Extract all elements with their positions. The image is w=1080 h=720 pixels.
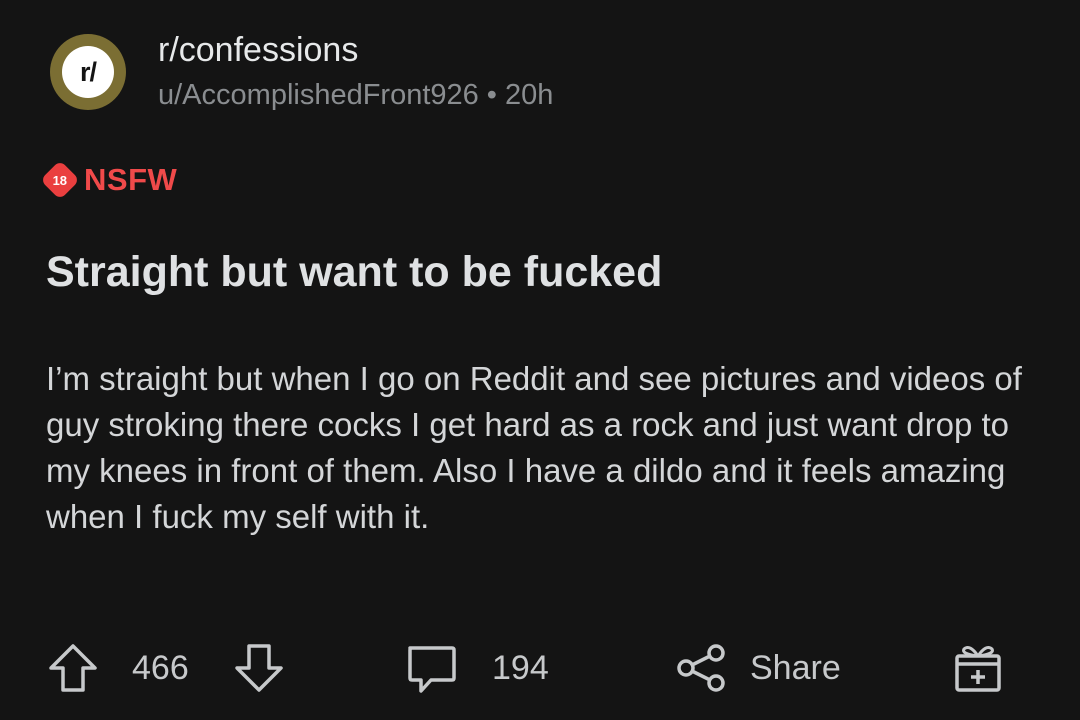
byline-separator: •: [486, 79, 497, 111]
author-name[interactable]: u/AccomplishedFront926: [158, 79, 479, 111]
nsfw-label: NSFW: [84, 162, 178, 197]
post-action-bar: 466 194 Share: [46, 638, 1046, 698]
gift-icon: [955, 646, 1001, 692]
nsfw-badge-text: 18: [52, 172, 68, 188]
arrow-up-icon: [49, 644, 97, 692]
share-icon: [677, 644, 725, 692]
nsfw-tag: 18 NSFW: [40, 160, 178, 200]
upvote-button[interactable]: [46, 638, 100, 698]
share-label: Share: [750, 648, 841, 687]
vote-count: 466: [132, 648, 189, 687]
comment-count: 194: [492, 648, 549, 687]
share-button[interactable]: Share: [674, 638, 841, 698]
subreddit-name[interactable]: r/confessions: [158, 30, 553, 70]
nsfw-18-icon: 18: [40, 160, 80, 200]
award-button[interactable]: [950, 638, 1006, 698]
downvote-button[interactable]: [232, 638, 286, 698]
comment-bubble-icon: [408, 646, 456, 693]
subreddit-avatar-text: r/: [62, 46, 114, 98]
subreddit-avatar[interactable]: r/: [50, 34, 126, 110]
post-title[interactable]: Straight but want to be fucked: [46, 244, 662, 300]
arrow-down-icon: [235, 644, 283, 692]
post-header: r/ r/confessions u/AccomplishedFront926 •…: [50, 30, 553, 114]
post-body: I’m straight but when I go on Reddit and…: [46, 360, 1022, 535]
post-meta: r/confessions u/AccomplishedFront926 • 20h: [158, 30, 553, 114]
post-age: 20h: [504, 79, 554, 111]
byline: u/AccomplishedFront926 • 20h: [158, 76, 553, 114]
comments-button[interactable]: [404, 638, 458, 698]
